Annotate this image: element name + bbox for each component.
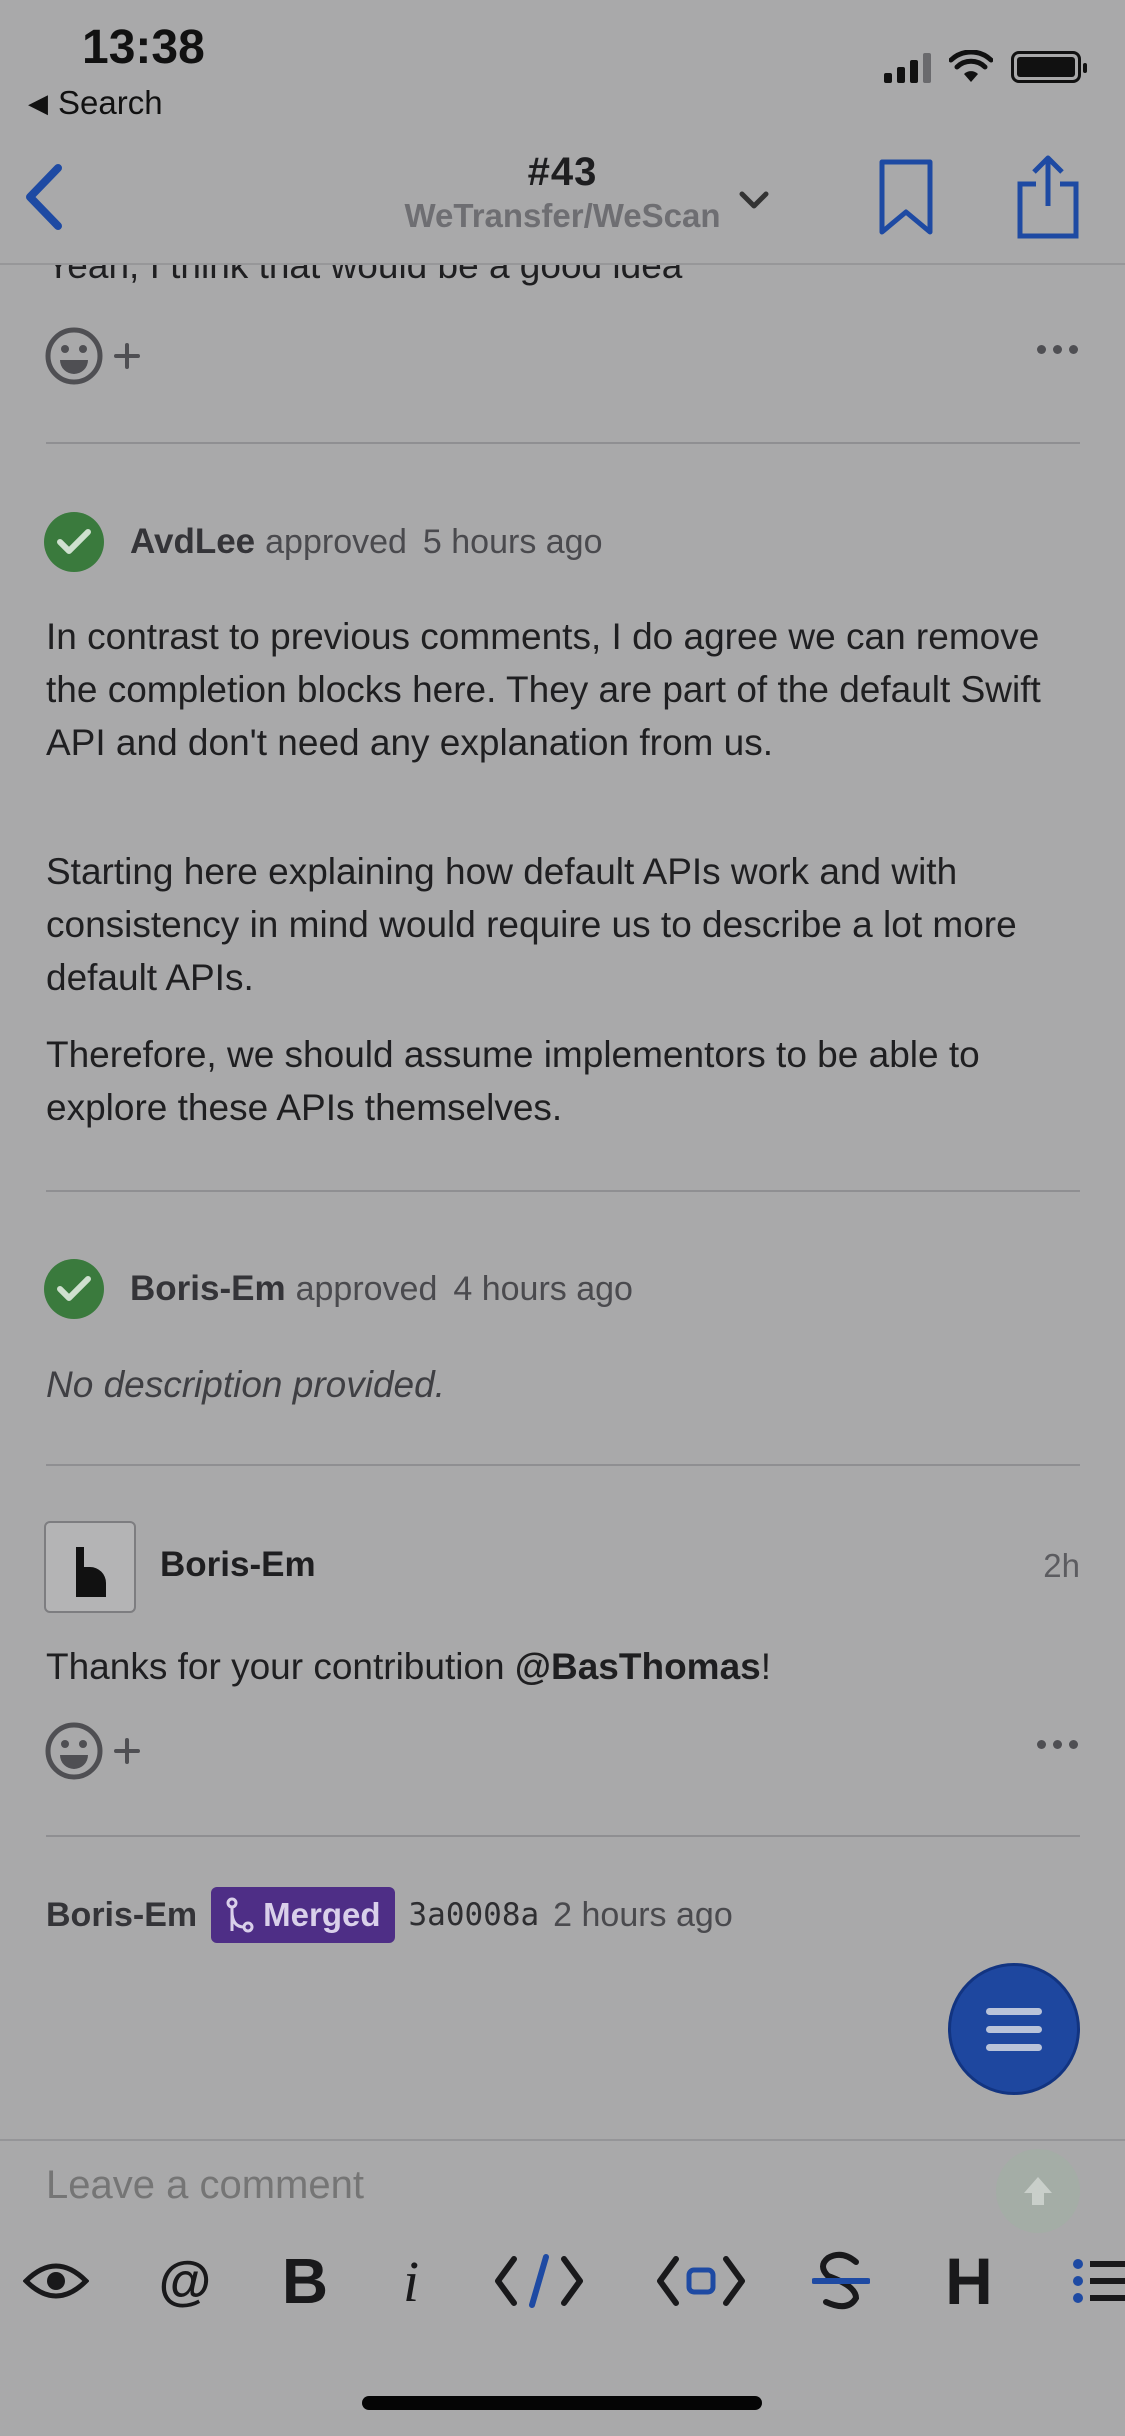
back-app-label: Search [58,84,163,121]
divider [46,1835,1080,1837]
strikethrough-icon[interactable] [812,2241,870,2321]
review-paragraph: Starting here explaining how default API… [46,851,1017,998]
comment-text: Thanks for your contribution [46,1646,515,1687]
comment-author[interactable]: Boris-Em [160,1545,316,1585]
comment-body: Thanks for your contribution @BasThomas! [46,1640,1086,1693]
home-indicator[interactable] [362,2396,762,2410]
reaction-row [44,1718,1084,1784]
code-block-icon[interactable] [656,2241,746,2321]
cellular-signal-icon [884,51,931,83]
at-icon[interactable]: @ [152,2241,218,2321]
approved-check-icon [44,1259,104,1319]
list-icon[interactable] [1072,2241,1125,2321]
repo-name: WeTransfer/WeScan [404,197,721,234]
comment-header: Boris-Em 2h [44,1521,1080,1613]
comment-text-end: ! [760,1646,771,1687]
timeline[interactable]: Yeah, I think that would be a good idea … [0,265,1125,2140]
send-button[interactable] [996,2149,1080,2233]
divider [46,1190,1080,1192]
approved-check-icon [44,512,104,572]
divider [46,1464,1080,1466]
divider [46,442,1080,444]
markdown-toolbar: @ B i H [0,2241,1125,2321]
bold-icon[interactable]: B [272,2241,338,2321]
review-author[interactable]: AvdLee [130,522,255,562]
reaction-row [44,323,1084,389]
status-time: 13:38 [82,21,205,74]
merge-author[interactable]: Boris-Em [46,1896,197,1935]
review-author[interactable]: Boris-Em [130,1269,286,1309]
nav-title[interactable]: #43 WeTransfer/WeScan [0,150,1125,235]
comment-time: 2h [1043,1547,1080,1584]
review-paragraph: In contrast to previous comments, I do a… [46,616,1041,763]
back-triangle-icon: ◀ [28,87,48,118]
review-paragraph: Therefore, we should assume implementors… [46,1034,980,1128]
merged-badge-label: Merged [263,1896,381,1933]
more-options-icon[interactable] [1037,1740,1078,1749]
review-action: approved [295,1269,438,1308]
review-time: 4 hours ago [453,1269,633,1308]
review-body: No description provided. [46,1364,445,1405]
battery-icon [1011,51,1087,83]
navigation-bar: #43 WeTransfer/WeScan [0,130,1125,265]
code-icon[interactable] [494,2241,584,2321]
share-icon[interactable] [1016,154,1080,240]
user-avatar-icon [76,1547,106,1597]
arrow-up-icon [1024,2177,1052,2205]
user-mention[interactable]: @BasThomas [515,1646,761,1687]
chevron-down-icon[interactable] [736,182,772,218]
issue-number: #43 [527,150,598,194]
merged-badge: Merged [211,1887,395,1943]
review-time: 5 hours ago [422,522,603,561]
add-reaction-icon[interactable] [44,323,144,389]
review-header: Boris-Em approved 4 hours ago [44,1259,633,1319]
status-icons [884,50,1087,84]
more-options-icon[interactable] [1037,345,1078,354]
italic-icon[interactable]: i [388,2241,434,2321]
comment-composer: @ B i H [0,2139,1125,2436]
merge-time: 2 hours ago [553,1895,733,1934]
status-bar: 13:38 ◀ Search [0,0,1125,130]
wifi-icon [949,50,993,82]
git-merge-icon [226,1897,254,1933]
comment-input[interactable] [46,2163,946,2208]
heading-icon[interactable]: H [940,2241,998,2321]
review-header: AvdLee approved 5 hours ago [44,512,603,572]
review-action: approved [265,522,407,561]
eye-icon[interactable] [20,2241,92,2321]
bookmark-icon[interactable] [878,158,934,238]
back-to-app-button[interactable]: ◀ Search [28,84,163,122]
comment-body-partial: Yeah, I think that would be a good idea [46,265,683,286]
commit-sha[interactable]: 3a0008a [409,1897,540,1933]
avatar[interactable] [44,1521,136,1613]
merge-event: Boris-Em Merged 3a0008a 2 hours ago [46,1887,733,1943]
add-reaction-icon[interactable] [44,1718,144,1784]
menu-fab-button[interactable] [948,1963,1080,2095]
